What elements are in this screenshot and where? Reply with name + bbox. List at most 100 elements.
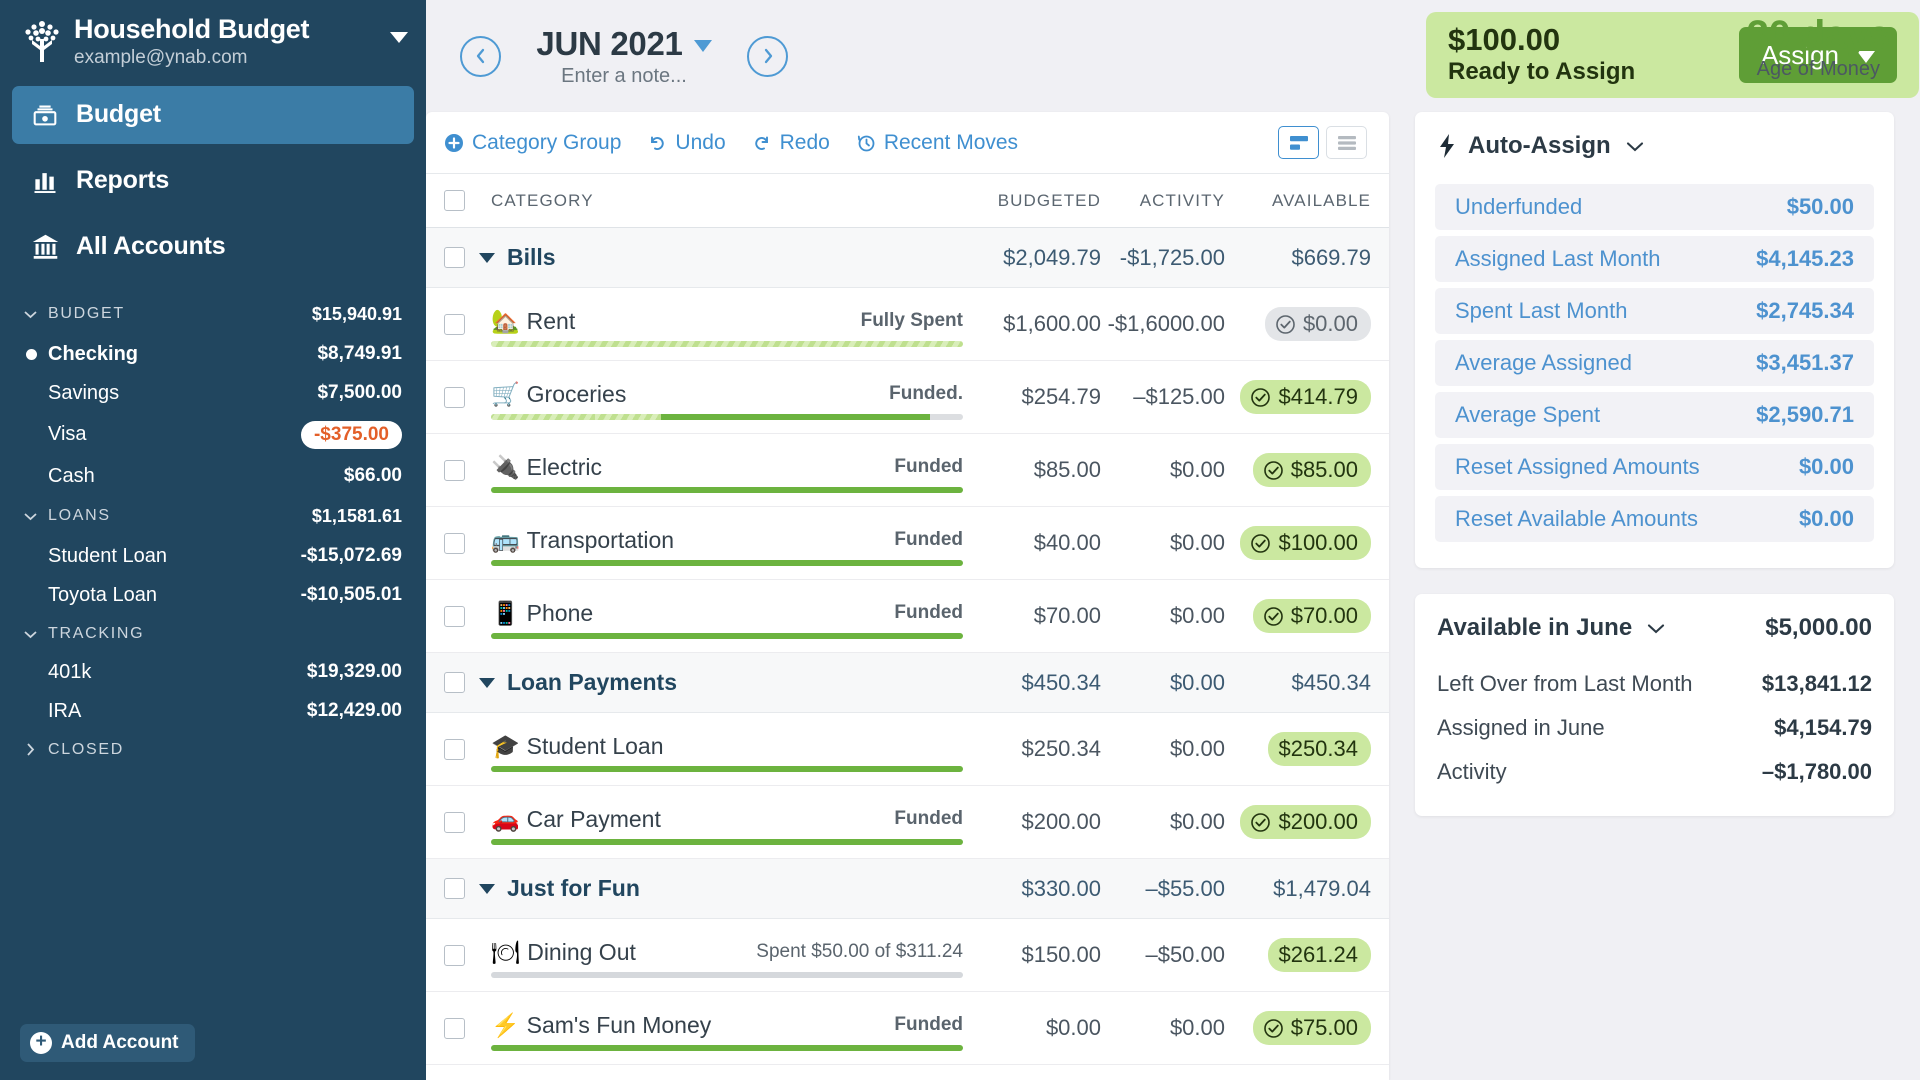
sidebar-item-all-accounts[interactable]: All Accounts [12,218,414,276]
category-available-pill[interactable]: $261.24 [1268,938,1371,972]
account-row-student-loan[interactable]: Student Loan -$15,072.69 [0,537,426,576]
account-group-loans[interactable]: LOANS $1,1581.61 [0,496,426,537]
sidebar-item-reports[interactable]: Reports [12,152,414,210]
account-row-cash[interactable]: Cash $66.00 [0,457,426,496]
category-activity[interactable]: $0.00 [1101,530,1225,556]
month-note-input[interactable]: Enter a note... [519,65,729,88]
category-available-pill[interactable]: $414.79 [1240,380,1371,414]
account-group-tracking[interactable]: TRACKING [0,615,426,653]
group-checkbox[interactable] [444,672,465,693]
account-row-401k[interactable]: 401k $19,329.00 [0,653,426,692]
chevron-down-icon[interactable] [479,677,495,688]
category-checkbox[interactable] [444,459,465,481]
prev-month-button[interactable] [460,35,501,77]
category-budgeted[interactable]: $200.00 [977,809,1101,835]
category-activity[interactable]: $0.00 [1101,457,1225,483]
category-group-row[interactable]: Bills $2,049.79 -$1,725.00 $669.79 [426,228,1389,288]
available-in-june-total: $5,000.00 [1765,614,1872,641]
category-row[interactable]: 🛒 Groceries Funded. $254.79 –$125.00 $414.79 [426,361,1389,434]
category-available-pill[interactable]: $100.00 [1240,526,1371,560]
category-activity[interactable]: $0.00 [1101,736,1225,762]
account-name: Visa [48,423,87,446]
category-available-pill[interactable]: $75.00 [1252,1011,1371,1045]
chevron-down-icon[interactable] [1625,140,1645,153]
auto-assign-option[interactable]: Average Spent $2,590.71 [1435,392,1874,438]
category-checkbox[interactable] [444,1017,465,1039]
account-group-budget[interactable]: BUDGET $15,940.91 [0,294,426,335]
category-activity[interactable]: $0.00 [1101,603,1225,629]
category-activity[interactable]: –$125.00 [1101,384,1225,410]
account-row-visa[interactable]: Visa -$375.00 [0,413,426,457]
category-checkbox[interactable] [444,313,465,335]
category-row[interactable]: ⚡ Sam's Fun Money Funded $0.00 $0.00 $75.00 [426,992,1389,1065]
category-budgeted[interactable]: $1,600.00 [977,311,1101,337]
chevron-down-icon[interactable] [479,252,495,263]
chevron-down-icon[interactable] [479,883,495,894]
category-activity[interactable]: $0.00 [1101,1015,1225,1041]
auto-assign-option[interactable]: Assigned Last Month $4,145.23 [1435,236,1874,282]
category-row[interactable]: 🍽 Dining Out Spent $50.00 of $311.24 $150.0… [426,919,1389,992]
available-in-june-header[interactable]: Available in June $5,000.00 [1415,594,1894,656]
category-budgeted[interactable]: $70.00 [977,603,1101,629]
category-activity[interactable]: $0.00 [1101,809,1225,835]
chevron-down-icon[interactable] [693,40,712,52]
auto-assign-option[interactable]: Underfunded $50.00 [1435,184,1874,230]
budget-table-header: CATEGORY BUDGETED ACTIVITY AVAILABLE [426,174,1389,228]
category-checkbox[interactable] [444,386,465,408]
account-group-closed[interactable]: CLOSED [0,731,426,769]
category-checkbox[interactable] [444,605,465,627]
category-row[interactable]: 🏡 Rent Fully Spent $1,600.00 -$1,6000.00 $0.0… [426,288,1389,361]
add-category-group-button[interactable]: Category Group [444,131,621,155]
category-budgeted[interactable]: $150.00 [977,942,1101,968]
group-checkbox[interactable] [444,878,465,899]
age-of-money: 30 days Age of Money [1747,14,1891,81]
category-group-row[interactable]: Loan Payments $450.34 $0.00 $450.34 [426,653,1389,713]
category-row[interactable]: 🚌 Transportation Funded $40.00 $0.00 $100.00 [426,507,1389,580]
category-available-pill[interactable]: $200.00 [1240,805,1371,839]
category-checkbox[interactable] [444,944,465,966]
category-activity[interactable]: -$1,6000.00 [1101,311,1225,337]
category-row[interactable]: 🔌 Electric Funded $85.00 $0.00 $85.00 [426,434,1389,507]
sidebar-item-budget[interactable]: Budget [12,85,414,144]
next-month-button[interactable] [747,35,788,77]
account-row-checking[interactable]: Checking $8,749.91 [0,335,426,374]
auto-assign-option[interactable]: Reset Assigned Amounts $0.00 [1435,444,1874,490]
category-budgeted[interactable]: $254.79 [977,384,1101,410]
add-account-button[interactable]: + Add Account [20,1024,195,1062]
chevron-down-icon[interactable] [390,32,408,43]
auto-assign-option[interactable]: Average Assigned $3,451.37 [1435,340,1874,386]
select-all-checkbox[interactable] [444,190,465,211]
account-row-toyota-loan[interactable]: Toyota Loan -$10,505.01 [0,576,426,615]
category-name: Student Loan [526,732,664,759]
category-row[interactable]: 🎓 Student Loan $250.34 $0.00 $250.34 [426,713,1389,786]
category-checkbox[interactable] [444,532,465,554]
category-available-pill[interactable]: $85.00 [1252,453,1371,487]
chevron-down-icon[interactable] [1646,622,1666,635]
view-toggle-list[interactable] [1326,126,1367,159]
category-row[interactable]: 🚗 Car Payment Funded $200.00 $0.00 $200.00 [426,786,1389,859]
auto-assign-option[interactable]: Spent Last Month $2,745.34 [1435,288,1874,334]
group-checkbox[interactable] [444,247,465,268]
category-group-row[interactable]: Just for Fun $330.00 –$55.00 $1,479.04 [426,859,1389,919]
auto-assign-option[interactable]: Reset Available Amounts $0.00 [1435,496,1874,542]
category-budgeted[interactable]: $40.00 [977,530,1101,556]
category-available-pill[interactable]: $250.34 [1268,732,1371,766]
category-activity[interactable]: –$50.00 [1101,942,1225,968]
category-checkbox[interactable] [444,811,465,833]
category-checkbox[interactable] [444,738,465,760]
category-budgeted[interactable]: $85.00 [977,457,1101,483]
category-budgeted[interactable]: $0.00 [977,1015,1101,1041]
recent-moves-button[interactable]: Recent Moves [856,131,1018,155]
category-budgeted[interactable]: $250.34 [977,736,1101,762]
budget-switcher[interactable]: Household Budget example@ynab.com [0,0,426,82]
category-available-pill[interactable]: $0.00 [1264,307,1371,341]
redo-button[interactable]: Redo [752,131,830,155]
account-row-savings[interactable]: Savings $7,500.00 [0,374,426,413]
category-progress-bar [491,766,963,772]
category-row[interactable]: 📱 Phone Funded $70.00 $0.00 $70.00 [426,580,1389,653]
auto-assign-header[interactable]: Auto-Assign [1415,112,1894,174]
view-toggle-grouped[interactable] [1278,126,1319,159]
category-available-pill[interactable]: $70.00 [1252,599,1371,633]
account-row-ira[interactable]: IRA $12,429.00 [0,692,426,731]
undo-button[interactable]: Undo [647,131,726,155]
